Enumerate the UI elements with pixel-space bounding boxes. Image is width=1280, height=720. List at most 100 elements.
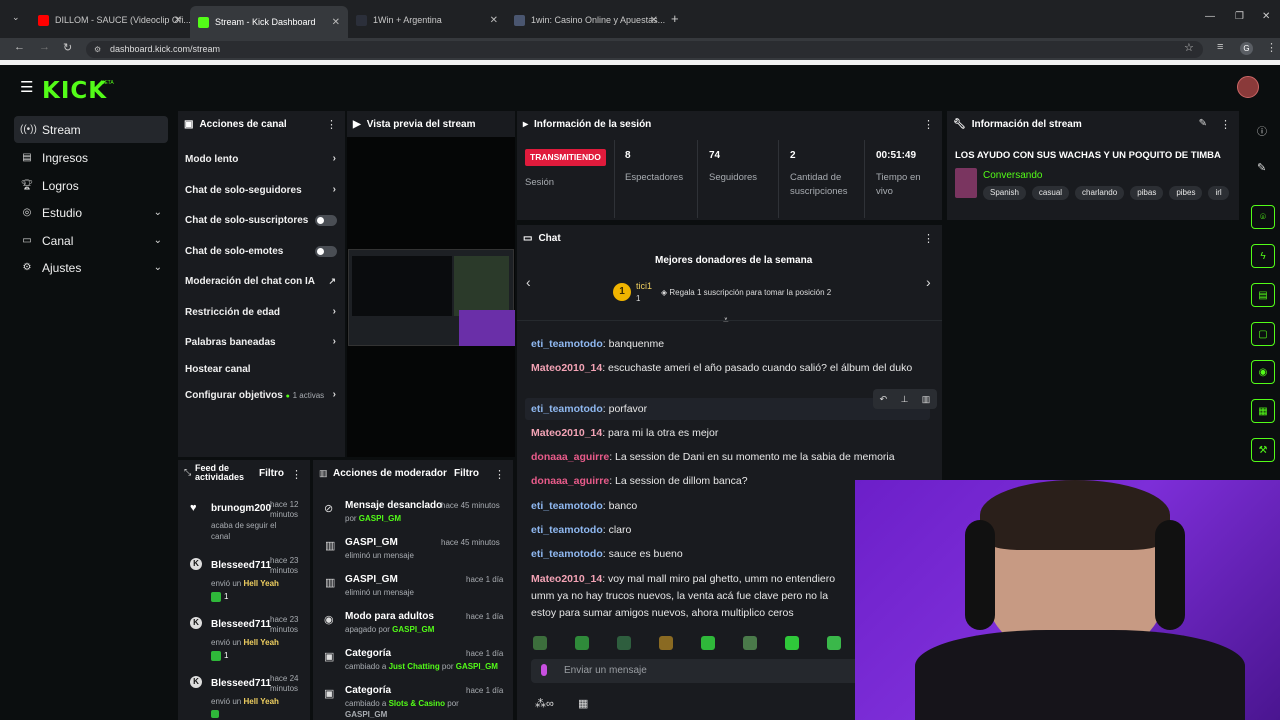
kebab-menu-icon[interactable]: ⋮ <box>494 468 505 481</box>
info-icon[interactable]: ⓘ <box>1257 123 1267 138</box>
rail-document-button[interactable]: ▤ <box>1251 283 1275 307</box>
close-tab-icon[interactable]: ✕ <box>174 15 182 26</box>
rail-tools-button[interactable]: ▦ <box>1251 399 1275 423</box>
category-name[interactable]: Conversando <box>983 170 1042 181</box>
hamburger-menu-icon[interactable]: ☰ <box>20 78 33 96</box>
emote-icon[interactable] <box>659 636 673 650</box>
site-info-icon[interactable]: ⚙ <box>94 41 101 58</box>
emotes-only-toggle[interactable] <box>315 246 337 257</box>
new-tab-icon[interactable]: + <box>671 11 679 26</box>
moderator-name[interactable]: GASPI_GM <box>456 662 498 671</box>
browser-tab-4[interactable]: 1win: Casino Online y Apuestas... ✕ <box>506 8 666 32</box>
close-window-icon[interactable]: ✕ <box>1262 11 1270 22</box>
action-followers-only[interactable]: Chat de solo-seguidores › <box>185 184 340 196</box>
minimize-icon[interactable]: — <box>1205 11 1215 22</box>
chat-message[interactable]: donaaa_aguirre: La session de Dani en su… <box>531 449 926 466</box>
action-slow-mode[interactable]: Modo lento › <box>185 153 340 165</box>
kick-points-icon[interactable]: ⁂∞ <box>535 697 554 710</box>
action-goals[interactable]: Configurar objetivos ● 1 activas › <box>185 389 340 401</box>
rail-broadcast-button[interactable]: ◉ <box>1251 360 1275 384</box>
browser-tab-3[interactable]: 1Win + Argentina ✕ <box>348 8 506 32</box>
kebab-menu-icon[interactable]: ⋮ <box>326 118 337 131</box>
emote-icon[interactable] <box>827 636 841 650</box>
trash-icon[interactable]: ▥ <box>922 394 931 405</box>
category-link[interactable]: Slots & Casino <box>389 699 445 708</box>
category-link[interactable]: Just Chatting <box>389 662 440 671</box>
kebab-menu-icon[interactable]: ⋮ <box>291 468 302 481</box>
emote-icon[interactable] <box>575 636 589 650</box>
chat-username[interactable]: donaaa_aguirre <box>531 475 609 487</box>
kick-logo[interactable]: KICK <box>42 78 107 104</box>
kebab-menu-icon[interactable]: ⋮ <box>1220 118 1231 131</box>
subscribers-only-toggle[interactable] <box>315 215 337 226</box>
chat-username[interactable]: eti_teamotodo <box>531 500 603 512</box>
chevron-left-icon[interactable]: ‹ <box>526 274 531 290</box>
microphone-icon[interactable] <box>541 664 547 676</box>
edit-pencil-icon[interactable]: ✎ <box>1199 118 1207 129</box>
action-subscribers-only[interactable]: Chat de solo-suscriptores <box>185 215 340 226</box>
emote-icon[interactable] <box>743 636 757 650</box>
chat-username[interactable]: Mateo2010_14 <box>531 362 602 374</box>
chat-message[interactable]: Mateo2010_14: para mi la otra es mejor <box>531 425 926 442</box>
emote-icon[interactable] <box>701 636 715 650</box>
emote-icon[interactable] <box>533 636 547 650</box>
stream-preview-video[interactable] <box>348 249 515 346</box>
chat-message[interactable]: Mateo2010_14: voy mal mall miro pal ghet… <box>531 571 856 588</box>
emote-icon[interactable] <box>785 636 799 650</box>
browser-tab-2[interactable]: Stream - Kick Dashboard ✕ <box>190 6 348 38</box>
browser-menu-icon[interactable]: ⋮ <box>1266 41 1277 54</box>
sidebar-item-estudio[interactable]: ◎ Estudio ⌄ <box>14 199 168 226</box>
chat-username[interactable]: eti_teamotodo <box>531 403 603 415</box>
filter-button[interactable]: Filtro <box>259 468 284 479</box>
sidebar-item-logros[interactable]: 🏆︎ Logros <box>14 172 168 199</box>
action-age-restriction[interactable]: Restricción de edad › <box>185 306 340 318</box>
url-field[interactable]: ⚙ dashboard.kick.com/stream <box>86 41 1203 58</box>
chat-username[interactable]: Mateo2010_14 <box>531 573 602 585</box>
chat-message[interactable]: eti_teamotodo: banquenme <box>531 336 926 353</box>
sidebar-item-canal[interactable]: ▭ Canal ⌄ <box>14 227 168 254</box>
filter-button[interactable]: Filtro <box>454 468 479 479</box>
restore-icon[interactable]: ❐ <box>1235 11 1244 22</box>
action-ai-moderation[interactable]: Moderación del chat con IA ↗ <box>185 276 340 287</box>
moderator-name[interactable]: GASPI_GM <box>392 625 434 634</box>
moderator-name[interactable]: GASPI_GM <box>359 514 401 523</box>
kebab-menu-icon[interactable]: ⋮ <box>923 232 934 245</box>
action-host-channel[interactable]: Hostear canal <box>185 364 340 375</box>
close-tab-icon[interactable]: ✕ <box>490 15 498 26</box>
action-emotes-only[interactable]: Chat de solo-emotes <box>185 246 340 257</box>
close-tab-icon[interactable]: ✕ <box>650 15 658 26</box>
feed-username[interactable]: Blesseed711 <box>211 678 271 689</box>
rail-chat-button[interactable]: ▢ <box>1251 322 1275 346</box>
close-tab-icon[interactable]: ✕ <box>332 17 340 28</box>
chat-username[interactable]: donaaa_aguirre <box>531 451 609 463</box>
feed-username[interactable]: brunogm200 <box>211 503 271 514</box>
edit-pencil-icon[interactable]: ✎ <box>1257 161 1266 174</box>
rail-wrench-button[interactable]: ⚒ <box>1251 438 1275 462</box>
sidebar-item-ajustes[interactable]: ⚙ Ajustes ⌄ <box>14 254 168 281</box>
sidebar-item-stream[interactable]: ((•)) Stream <box>14 116 168 143</box>
rail-camera-button[interactable]: ⌾ <box>1251 205 1275 229</box>
chat-username[interactable]: eti_teamotodo <box>531 338 603 350</box>
emote-icon[interactable] <box>617 636 631 650</box>
reply-icon[interactable]: ↶ <box>880 394 888 405</box>
reload-icon[interactable]: ↻ <box>63 41 72 54</box>
collapse-arrows-icon[interactable]: ⤡ <box>184 467 191 478</box>
tab-list-chevron-icon[interactable]: ⌄ <box>12 12 20 23</box>
chat-input[interactable]: Enviar un mensaje <box>531 659 861 683</box>
rail-bolt-button[interactable]: ϟ <box>1251 244 1275 268</box>
browser-tab-1[interactable]: DILLOM - SAUCE (Videoclip Ofi... ✕ <box>30 8 190 32</box>
kebab-menu-icon[interactable]: ⋮ <box>923 118 934 131</box>
chat-username[interactable]: eti_teamotodo <box>531 548 603 560</box>
chat-username[interactable]: Mateo2010_14 <box>531 427 602 439</box>
bookmark-star-icon[interactable]: ☆ <box>1184 41 1194 54</box>
gift-box-icon[interactable]: ▦ <box>578 697 588 710</box>
donor-name[interactable]: tici1 <box>636 281 652 291</box>
chat-message[interactable]: Mateo2010_14: escuchaste ameri el año pa… <box>531 360 916 377</box>
pin-icon[interactable]: ⊥ <box>901 394 909 405</box>
user-avatar[interactable] <box>1237 76 1259 98</box>
feed-username[interactable]: Blesseed711 <box>211 560 271 571</box>
chat-message[interactable]: eti_teamotodo: porfavor <box>531 401 926 418</box>
reading-list-icon[interactable]: ≡ <box>1217 41 1223 53</box>
moderator-name[interactable]: GASPI_GM <box>345 710 387 719</box>
profile-avatar[interactable]: G <box>1240 42 1253 55</box>
